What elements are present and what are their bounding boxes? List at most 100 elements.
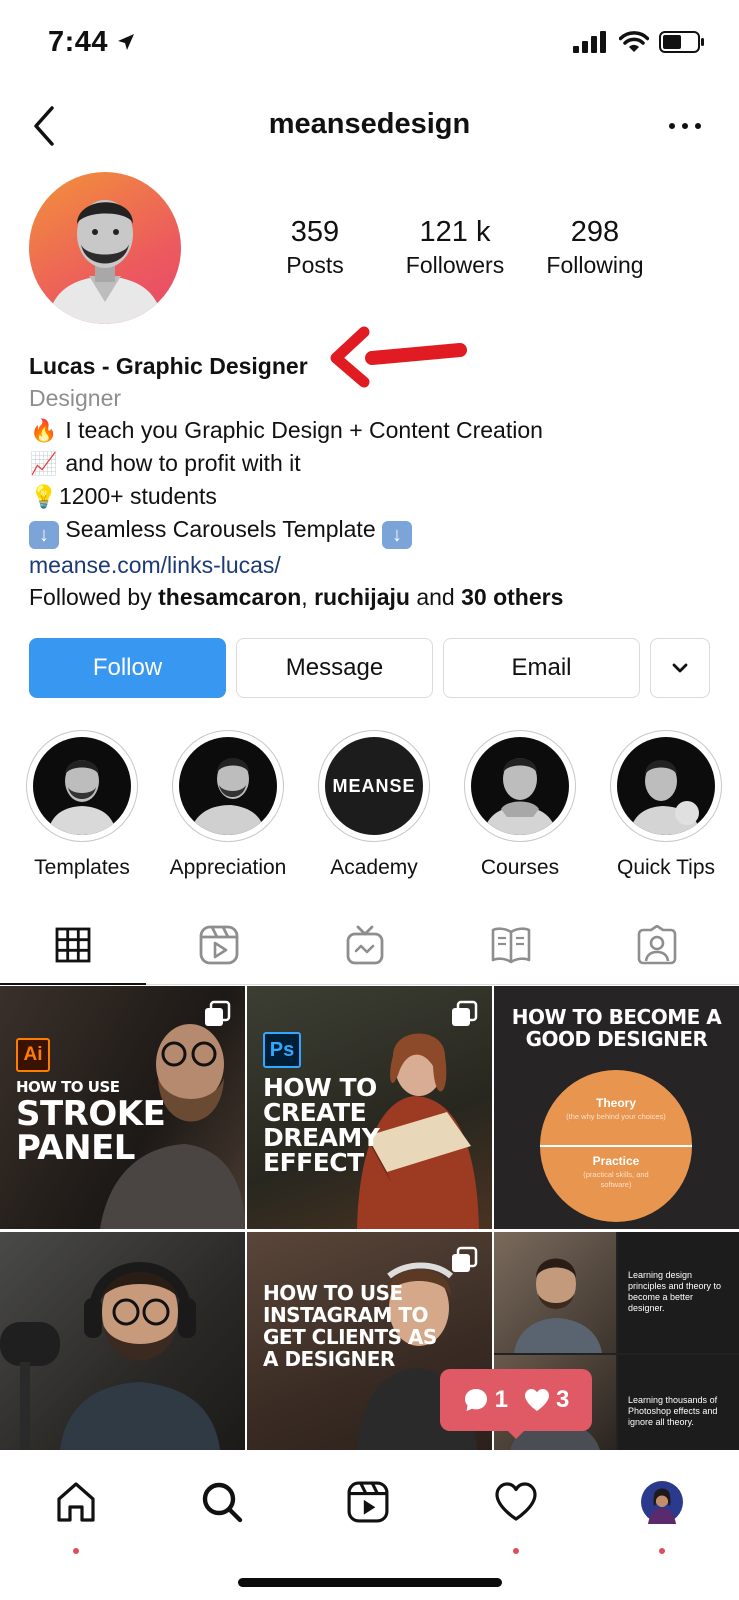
location-arrow-icon [118, 34, 134, 50]
highlight-label: Courses [480, 856, 560, 879]
comparison-text-bottom-panel: Learning thousands of Photoshop effects … [618, 1355, 739, 1450]
comment-bubble-icon [464, 1389, 487, 1411]
meanse-logo: MEANSE [332, 775, 416, 796]
following-count: 298 [570, 216, 620, 248]
suggested-accounts-button[interactable] [650, 638, 710, 698]
tab-guides[interactable] [438, 905, 584, 985]
followed-sep: , [301, 584, 315, 610]
practice-label: Practice [592, 1154, 640, 1168]
highlight-label: Academy [330, 856, 418, 879]
nav-profile[interactable] [632, 1472, 692, 1554]
post-title-line: Stroke [16, 1094, 166, 1134]
person-portrait-icon [629, 760, 701, 835]
profile-avatar[interactable] [29, 172, 181, 324]
comparison-text-bottom: Learning thousands of Photoshop effects … [628, 1395, 718, 1427]
status-icons [573, 30, 705, 54]
reels-icon [199, 925, 239, 965]
profile-username: meansedesign [268, 108, 471, 140]
wifi-icon [619, 31, 649, 52]
post-title-line: Panel [16, 1128, 135, 1168]
theory-label: Theory [595, 1096, 636, 1110]
heart-filled-icon [525, 1389, 549, 1411]
tagged-person-icon [637, 925, 677, 965]
tab-tagged[interactable] [584, 905, 730, 985]
nav-activity[interactable] [486, 1472, 546, 1554]
follow-button[interactable]: Follow [29, 638, 226, 698]
post-podcast[interactable] [0, 1232, 245, 1450]
more-dots-icon [669, 123, 701, 129]
highlight-cover [33, 737, 131, 835]
post-title-line: get clients as [263, 1325, 437, 1349]
profile-avatar-icon [641, 1481, 683, 1524]
post-title-line: a designer [263, 1347, 395, 1371]
highlight-label: Quick Tips [616, 856, 716, 879]
post-title-line: How to use [16, 1078, 120, 1096]
bio-link[interactable]: meanse.com/links-lucas/ [29, 549, 719, 581]
home-icon [57, 1482, 95, 1522]
chart-up-icon: 📈 [30, 451, 58, 476]
person-portrait-icon [189, 758, 265, 835]
person-portrait-icon [483, 758, 557, 835]
bio-line-4: ↓ Seamless Carousels Template ↓ [29, 513, 719, 549]
highlight-courses[interactable]: Courses [460, 730, 580, 880]
message-button[interactable]: Message [236, 638, 433, 698]
bio-line-3: 💡1200+ students [29, 480, 719, 513]
tab-igtv[interactable] [292, 905, 438, 985]
post-good-designer[interactable]: How to become a good designer Theory (th… [494, 986, 739, 1229]
carousel-icon [452, 1000, 478, 1026]
followed-user-2: ruchijaju [314, 584, 410, 610]
bio-line-1-text: I teach you Graphic Design + Content Cre… [65, 417, 543, 443]
post-stroke-panel[interactable]: Ai How to use Stroke Panel [0, 986, 245, 1229]
post-title-line: Instagram to [263, 1303, 428, 1327]
posts-stat[interactable]: 359 Posts [245, 216, 385, 279]
post-dreamy-effect[interactable]: Ps How to create dreamy effect [247, 986, 492, 1229]
highlight-academy[interactable]: MEANSE Academy [314, 730, 434, 880]
home-indicator [238, 1578, 502, 1587]
tab-reels[interactable] [146, 905, 292, 985]
post-title-line: How to become a [511, 1005, 722, 1029]
highlight-ring [610, 730, 722, 842]
tab-grid[interactable] [0, 905, 146, 985]
heart-icon [495, 1482, 537, 1521]
following-stat[interactable]: 298 Following [525, 216, 665, 279]
highlight-ring [464, 730, 576, 842]
highlight-templates[interactable]: Templates [22, 730, 142, 880]
person-portrait-icon [47, 760, 117, 835]
profile-tabs [0, 905, 739, 985]
posts-label: Posts [286, 252, 344, 278]
bio-line-1: 🔥 I teach you Graphic Design + Content C… [29, 414, 719, 447]
profile-actions: Follow Message Email [29, 638, 710, 698]
following-label: Following [546, 252, 644, 278]
carousel-icon [205, 1000, 231, 1026]
comment-notification: 1 [463, 1386, 508, 1414]
followed-prefix: Followed by [29, 584, 159, 610]
email-button[interactable]: Email [443, 638, 640, 698]
nav-home[interactable] [46, 1472, 106, 1554]
bio-line-3-text: 1200+ students [59, 483, 217, 509]
like-count: 3 [556, 1386, 570, 1413]
nav-reels[interactable] [338, 1472, 398, 1532]
theory-practice-circle: Theory (the why behind your choices) Pra… [540, 1070, 692, 1222]
man-with-headphones-illustration [0, 1262, 220, 1450]
followed-user-1: thesamcaron [158, 584, 302, 610]
comparison-text-top: Learning design principles and theory to… [628, 1270, 722, 1313]
highlight-label: Appreciation [169, 856, 287, 879]
notification-dot [513, 1548, 519, 1554]
highlight-cover [471, 737, 569, 835]
fire-icon: 🔥 [30, 418, 58, 443]
highlight-appreciation[interactable]: Appreciation [168, 730, 288, 880]
followers-stat[interactable]: 121 k Followers [385, 216, 525, 279]
post-title-line: How to [263, 1073, 377, 1102]
highlight-cover [179, 737, 277, 835]
highlight-label: Templates [34, 856, 130, 879]
followed-by[interactable]: Followed by thesamcaron, ruchijaju and 3… [29, 581, 719, 613]
highlight-ring [26, 730, 138, 842]
carousel-icon [452, 1246, 478, 1272]
bio-line-2-text: and how to profit with it [65, 450, 301, 476]
post-title-line: dreamy [263, 1123, 380, 1152]
highlight-quick-tips[interactable]: Quick Tips [606, 730, 726, 880]
nav-search[interactable] [192, 1472, 252, 1532]
more-options-button[interactable] [665, 116, 705, 136]
activity-notification[interactable]: 1 3 [440, 1369, 592, 1431]
avatar-portrait-icon [47, 200, 163, 324]
